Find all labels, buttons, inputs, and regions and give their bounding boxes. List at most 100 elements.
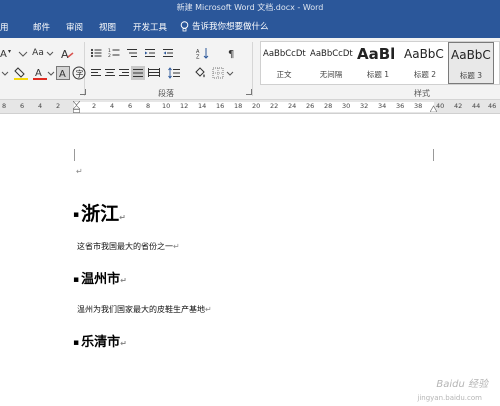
style-sample: AaBbC: [451, 48, 491, 62]
ruler-tick: 28: [324, 102, 333, 110]
tab-view[interactable]: 视图: [99, 21, 116, 33]
multilevel-list-icon[interactable]: [126, 47, 138, 59]
heading-wenzhou[interactable]: ▪ 温州市↵: [73, 268, 127, 287]
heading-text: 乐清市: [81, 335, 121, 350]
svg-text:字: 字: [76, 69, 84, 79]
paragraph-bullet: ▪: [73, 337, 80, 348]
heading-yueqing[interactable]: ▪ 乐清市↵: [73, 331, 127, 350]
ruler-tick: 32: [360, 102, 369, 110]
style-name: 正文: [276, 70, 292, 79]
align-right-icon[interactable]: [118, 67, 130, 79]
paragraph-mark: ↵: [173, 242, 180, 251]
paragraph-mark: ↵: [120, 339, 127, 348]
style-name: 标题 1: [366, 70, 390, 79]
numbering-icon[interactable]: 1 2: [108, 47, 120, 59]
decrease-indent-icon[interactable]: [144, 47, 156, 59]
ruler-tick: 30: [342, 102, 351, 110]
svg-text:A: A: [61, 48, 69, 61]
clear-formatting-icon[interactable]: A: [60, 47, 74, 61]
svg-text:A: A: [35, 68, 42, 79]
chevron-down-icon[interactable]: [44, 47, 56, 59]
style-heading-3[interactable]: AaBbC 标题 3: [448, 42, 494, 84]
right-indent-marker-icon[interactable]: [430, 105, 437, 112]
sort-icon[interactable]: A Z: [196, 47, 210, 59]
character-shading-icon[interactable]: A: [56, 66, 70, 80]
align-left-icon[interactable]: [90, 67, 102, 79]
align-center-icon[interactable]: [104, 67, 116, 79]
highlight-arrow-icon[interactable]: [0, 67, 10, 79]
ruler-tick: 36: [396, 102, 405, 110]
chevron-down-icon[interactable]: [226, 67, 234, 79]
bullets-icon[interactable]: [90, 47, 102, 59]
heading-text: 温州市: [81, 272, 121, 287]
svg-text:¶: ¶: [228, 49, 234, 59]
increase-indent-icon[interactable]: [162, 47, 174, 59]
distributed-icon[interactable]: [148, 67, 160, 79]
ruler-tick: 6: [128, 102, 133, 110]
ruler-tick: 16: [216, 102, 225, 110]
shrink-font-icon[interactable]: A: [0, 47, 12, 59]
ruler-tick: 18: [234, 102, 243, 110]
svg-text:Z: Z: [196, 55, 200, 60]
document-page[interactable]: ↵ ▪ 浙江↵ 这省市我国最大的省份之一↵ ▪ 温州市↵ 温州为我们国家最大的皮鞋生…: [0, 115, 500, 406]
style-no-spacing[interactable]: AaBbCcDt 无间隔: [308, 42, 354, 84]
body-paragraph[interactable]: 温州为我们国家最大的皮鞋生产基地↵: [77, 304, 212, 315]
style-normal[interactable]: AaBbCcDt 正文: [261, 42, 307, 84]
margin-corner-mark: [74, 149, 75, 161]
style-name: 标题 2: [413, 70, 437, 79]
tell-me-box[interactable]: 告诉我你想要做什么: [180, 20, 269, 32]
ruler-tick: 46: [488, 102, 497, 110]
ruler-tick: 8: [2, 102, 7, 110]
enclose-character-icon[interactable]: 字: [72, 66, 86, 80]
line-spacing-icon[interactable]: [168, 67, 180, 79]
ruler-tick: 6: [20, 102, 25, 110]
body-paragraph[interactable]: 这省市我国最大的省份之一↵: [77, 241, 180, 252]
styles-group-label: 样式: [414, 89, 430, 98]
font-group-launcher[interactable]: [80, 89, 86, 95]
paragraph-bullet: ▪: [73, 274, 80, 285]
window-title: 新建 Microsoft Word 文档.docx - Word: [176, 3, 324, 12]
ruler-tick: 2: [92, 102, 97, 110]
highlight-icon[interactable]: [14, 66, 28, 80]
svg-text:A: A: [59, 69, 66, 80]
heading-zhejiang[interactable]: ▪ 浙江↵: [73, 199, 126, 226]
ruler-tick: 4: [38, 102, 43, 110]
font-color-icon[interactable]: A: [33, 66, 47, 80]
paragraph-text: 温州为我们国家最大的皮鞋生产基地: [77, 305, 205, 314]
ruler-tick: 14: [198, 102, 207, 110]
paragraph-group-label: 段落: [158, 89, 174, 98]
title-bar: 新建 Microsoft Word 文档.docx - Word: [0, 0, 500, 16]
style-heading-1[interactable]: AaBl 标题 1: [355, 42, 401, 84]
indent-marker-icon[interactable]: [73, 101, 80, 113]
paragraph-bullet: ▪: [73, 209, 80, 220]
ruler-tick: 40: [436, 102, 445, 110]
styles-gallery: AaBbCcDt 正文 AaBbCcDt 无间隔 AaBl 标题 1 AaBbC…: [260, 41, 500, 85]
ruler-tick: 10: [162, 102, 171, 110]
ruler-tick: 22: [270, 102, 279, 110]
ribbon: A Aa A 1 2 A Z ¶ A A 字 段落 AaBbCcDt 正文 Aa…: [0, 38, 500, 100]
tab-developer[interactable]: 开发工具: [133, 21, 167, 33]
style-heading-2[interactable]: AaBbC 标题 2: [402, 42, 448, 84]
paragraph-mark: ↵: [205, 305, 212, 314]
shading-icon[interactable]: [193, 66, 207, 80]
borders-icon[interactable]: [212, 67, 224, 79]
tab-references[interactable]: 用: [0, 21, 9, 33]
style-sample: AaBbCcDt: [310, 49, 353, 59]
divider: [252, 42, 253, 96]
lightbulb-icon: [180, 20, 189, 31]
ruler-tick: 8: [146, 102, 151, 110]
show-hide-marks-icon[interactable]: ¶: [226, 47, 238, 59]
tab-mailings[interactable]: 邮件: [33, 21, 50, 33]
tab-review[interactable]: 审阅: [66, 21, 83, 33]
paragraph-mark: ↵: [119, 213, 126, 222]
empty-paragraph-mark: ↵: [76, 167, 83, 176]
svg-text:A: A: [0, 49, 7, 59]
ruler-tick: 42: [454, 102, 463, 110]
justify-icon[interactable]: [131, 66, 145, 80]
menu-bar: 用 邮件 审阅 视图 开发工具 告诉我你想要做什么: [0, 16, 500, 38]
chevron-down-icon[interactable]: [47, 67, 55, 79]
horizontal-ruler[interactable]: 8 6 4 2 2 4 6 8 10 12 14 16 18 20 22 24 …: [0, 100, 500, 114]
margin-corner-mark: [433, 149, 434, 161]
ruler-tick: 20: [252, 102, 261, 110]
ruler-tick: 26: [306, 102, 315, 110]
